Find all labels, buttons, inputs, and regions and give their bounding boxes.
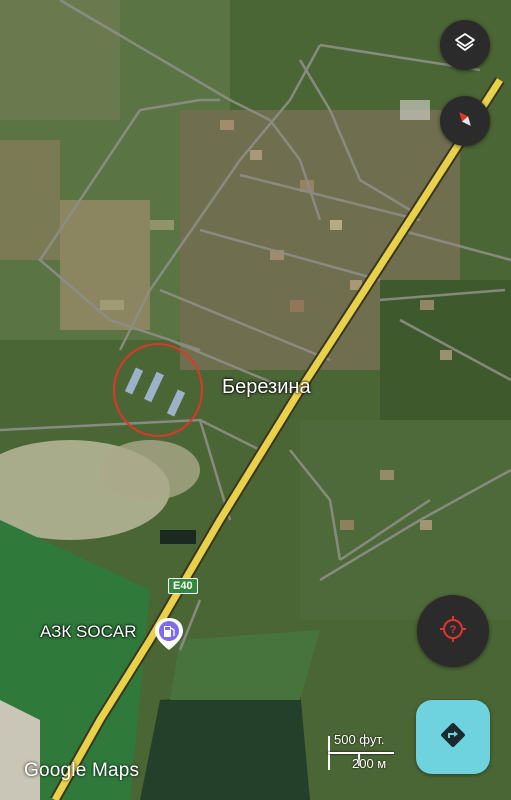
highway-shield: E40	[168, 578, 198, 594]
directions-icon	[438, 720, 468, 755]
satellite-map[interactable]	[0, 0, 511, 800]
scale-bar: 500 фут. 200 м	[326, 728, 396, 774]
compass-button[interactable]	[440, 96, 490, 146]
layers-button[interactable]	[440, 20, 490, 70]
my-location-button[interactable]: ?	[417, 595, 489, 667]
town-label: Березина	[222, 376, 311, 398]
directions-button[interactable]	[416, 700, 490, 774]
poi-label[interactable]: АЗК SOCAR	[40, 622, 137, 642]
location-unknown-icon: ?	[438, 614, 468, 649]
google-maps-logo: Google Maps	[24, 760, 140, 781]
gas-station-icon[interactable]	[154, 617, 184, 651]
scale-label-feet: 500 фут.	[334, 732, 385, 747]
scale-label-meters: 200 м	[352, 756, 387, 771]
compass-icon	[452, 106, 478, 137]
layers-icon	[453, 31, 477, 60]
svg-text:?: ?	[450, 624, 457, 636]
